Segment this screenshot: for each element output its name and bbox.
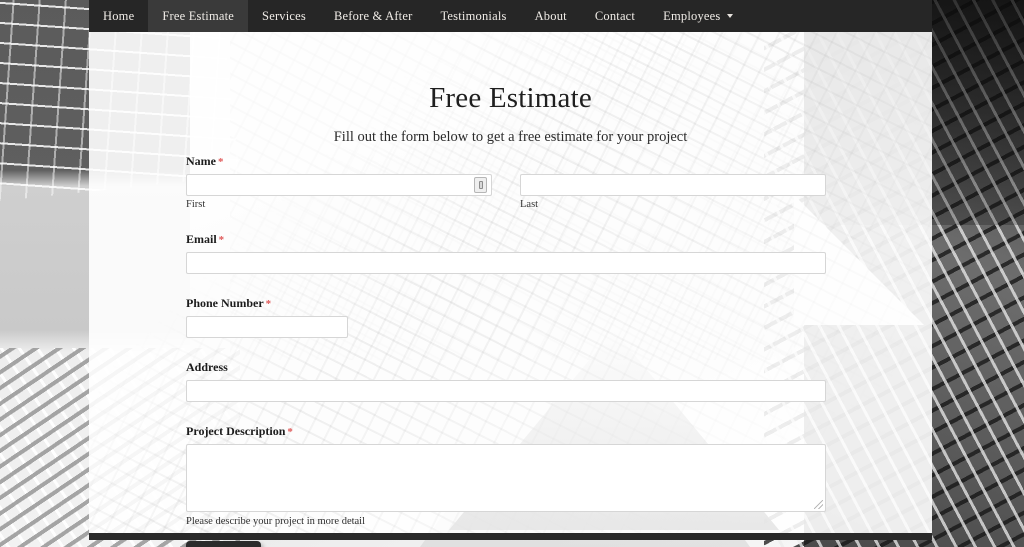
first-name-input[interactable] [186,174,492,196]
phone-label-text: Phone Number [186,296,264,310]
nav-item-label: Before & After [334,8,413,23]
nav-item-label: Services [262,8,306,23]
nav-item-about[interactable]: About [521,0,581,32]
chevron-down-icon [727,14,734,18]
main-navigation: Home Free Estimate Services Before & Aft… [89,0,932,32]
nav-item-employees[interactable]: Employees [649,0,747,32]
address-label: Address [186,360,826,375]
nav-item-services[interactable]: Services [248,0,320,32]
submit-button[interactable]: Submit [186,541,262,547]
project-description-wrapper [186,444,826,512]
name-first-col: First [186,174,492,210]
last-name-sublabel: Last [520,199,539,210]
nav-item-label: Free Estimate [162,8,235,23]
nav-item-free-estimate[interactable]: Free Estimate [148,0,249,32]
name-last-col: Last [520,174,826,210]
required-asterisk: * [218,234,225,246]
project-description-textarea[interactable] [186,444,826,512]
email-label-text: Email [186,232,217,246]
email-input[interactable] [186,252,826,274]
field-email: Email * [186,232,826,274]
required-asterisk: * [287,426,293,438]
page-root: Home Free Estimate Services Before & Aft… [0,0,1024,547]
nav-item-label: Home [103,8,135,23]
email-label: Email * [186,232,826,247]
free-estimate-form: Name * First Last Email * Phone Number *… [186,154,826,547]
field-project-description: Project Description * Please describe you… [186,424,826,527]
required-asterisk: * [265,298,272,310]
project-description-label: Project Description * [186,424,826,439]
field-phone: Phone Number * [186,296,826,338]
required-asterisk: * [218,156,224,168]
nav-item-contact[interactable]: Contact [581,0,649,32]
nav-item-label: Employees [663,8,721,23]
name-label-text: Name [186,154,216,168]
name-label: Name * [186,154,826,169]
address-label-text: Address [186,360,228,374]
nav-item-home[interactable]: Home [89,0,148,32]
field-address: Address [186,360,826,402]
first-name-sublabel: First [186,199,206,210]
nav-item-before-after[interactable]: Before & After [320,0,426,32]
nav-item-label: Contact [594,8,636,23]
address-input[interactable] [186,380,826,402]
nav-item-testimonials[interactable]: Testimonials [426,0,520,32]
project-description-label-text: Project Description [186,424,286,438]
field-name: Name * First Last [186,154,826,210]
autofill-contact-icon[interactable] [474,177,487,193]
nav-item-label: Testimonials [440,8,507,23]
page-title: Free Estimate [429,82,592,114]
page-subtitle: Fill out the form below to get a free es… [333,129,688,145]
nav-item-label: About [534,8,567,23]
phone-label: Phone Number * [186,296,826,311]
project-description-help-text: Please describe your project in more det… [186,516,366,527]
name-inputs-row: First Last [186,174,826,210]
phone-input[interactable] [186,316,348,338]
last-name-input[interactable] [520,174,826,196]
page-content: Free Estimate Fill out the form below to… [89,32,932,547]
